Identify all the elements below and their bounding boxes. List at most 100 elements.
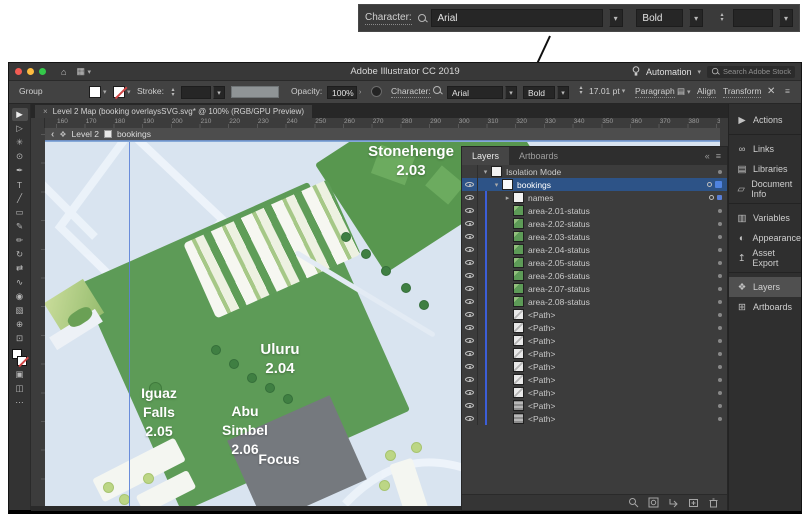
- isolation-current-label[interactable]: bookings: [117, 129, 151, 139]
- paragraph-align-icon[interactable]: ▤: [677, 86, 685, 97]
- layer-name[interactable]: <Path>: [528, 388, 555, 398]
- layer-name[interactable]: <Path>: [528, 375, 555, 385]
- layer-row[interactable]: area-2.03-status: [462, 230, 727, 243]
- paintbrush-tool[interactable]: ✎: [12, 220, 28, 233]
- layer-name[interactable]: area-2.06-status: [528, 271, 590, 281]
- panel-collapse-icon[interactable]: «: [705, 151, 710, 161]
- layer-thumbnail[interactable]: [513, 257, 524, 268]
- visibility-toggle[interactable]: [462, 191, 478, 204]
- visibility-toggle[interactable]: [462, 230, 478, 243]
- layer-thumbnail[interactable]: [513, 296, 524, 307]
- panel-menu-icon[interactable]: ≡: [785, 86, 790, 96]
- target-indicator[interactable]: [707, 182, 712, 187]
- minimize-window-button[interactable]: [27, 68, 34, 75]
- font-family-field[interactable]: Arial: [431, 9, 602, 27]
- magic-wand-tool[interactable]: ✳: [12, 136, 28, 149]
- layer-thumbnail[interactable]: [513, 413, 524, 424]
- layer-name[interactable]: area-2.03-status: [528, 232, 590, 242]
- font-family-field[interactable]: Arial: [447, 86, 503, 99]
- layer-row[interactable]: area-2.04-status: [462, 243, 727, 256]
- chevron-down-icon[interactable]: ▾: [609, 9, 623, 27]
- selection-tool[interactable]: ▶: [12, 108, 28, 121]
- stroke-color-swatch[interactable]: [113, 86, 125, 98]
- layer-thumbnail[interactable]: [513, 218, 524, 229]
- new-sublayer-icon[interactable]: [668, 497, 679, 508]
- target-indicator[interactable]: [718, 404, 722, 408]
- layer-thumbnail[interactable]: [513, 374, 524, 385]
- target-indicator[interactable]: [718, 287, 722, 291]
- visibility-toggle[interactable]: [462, 334, 478, 347]
- target-indicator[interactable]: [718, 209, 722, 213]
- target-indicator[interactable]: [718, 248, 722, 252]
- chevron-down-icon[interactable]: ▾: [697, 68, 701, 76]
- layer-thumbnail[interactable]: [513, 348, 524, 359]
- visibility-toggle[interactable]: [462, 412, 478, 425]
- layer-row[interactable]: ▾bookings: [462, 178, 727, 191]
- home-icon[interactable]: ⌂: [61, 67, 66, 77]
- pencil-tool[interactable]: ✏: [12, 234, 28, 247]
- toolbar-ellipsis-icon[interactable]: ⋯: [12, 396, 28, 409]
- layer-thumbnail[interactable]: [513, 361, 524, 372]
- visibility-toggle[interactable]: [462, 204, 478, 217]
- layer-name[interactable]: <Path>: [528, 336, 555, 346]
- target-indicator[interactable]: [718, 326, 722, 330]
- locate-object-icon[interactable]: [628, 497, 639, 508]
- layer-name[interactable]: bookings: [517, 180, 551, 190]
- chevron-down-icon[interactable]: ▾: [505, 86, 517, 99]
- layer-row[interactable]: <Path>: [462, 412, 727, 425]
- visibility-toggle[interactable]: [462, 165, 478, 178]
- layer-thumbnail[interactable]: [513, 335, 524, 346]
- pen-tool[interactable]: ✒: [12, 164, 28, 177]
- layer-name[interactable]: <Path>: [528, 349, 555, 359]
- layer-thumbnail[interactable]: [502, 179, 513, 190]
- align-panel-label[interactable]: Align: [697, 86, 716, 98]
- layer-row[interactable]: area-2.07-status: [462, 282, 727, 295]
- sidebar-item-actions[interactable]: ▶Actions: [729, 110, 801, 130]
- line-segment-tool[interactable]: ╱: [12, 192, 28, 205]
- lasso-tool[interactable]: ⊙: [12, 150, 28, 163]
- panel-menu-icon[interactable]: ≡: [716, 151, 721, 161]
- sidebar-item-variables[interactable]: ▥Variables: [729, 208, 801, 228]
- target-indicator[interactable]: [718, 300, 722, 304]
- layer-row[interactable]: area-2.06-status: [462, 269, 727, 282]
- sidebar-item-libraries[interactable]: ▤Libraries: [729, 159, 801, 179]
- lightbulb-icon[interactable]: [632, 66, 640, 77]
- fill-stroke-indicator[interactable]: [12, 349, 28, 367]
- mesh-tool[interactable]: ▧: [12, 304, 28, 317]
- layer-name[interactable]: area-2.08-status: [528, 297, 590, 307]
- layer-row[interactable]: area-2.05-status: [462, 256, 727, 269]
- target-indicator[interactable]: [718, 235, 722, 239]
- type-tool[interactable]: T: [12, 178, 28, 191]
- font-size-stepper[interactable]: ▴▾: [717, 13, 727, 23]
- visibility-toggle[interactable]: [462, 321, 478, 334]
- target-indicator[interactable]: [718, 339, 722, 343]
- clipping-mask-icon[interactable]: [648, 497, 659, 508]
- font-search-icon[interactable]: [433, 86, 442, 95]
- layer-row[interactable]: ▸names: [462, 191, 727, 204]
- shape-builder-tool[interactable]: ◉: [12, 290, 28, 303]
- target-indicator[interactable]: [718, 274, 722, 278]
- layer-thumbnail[interactable]: [513, 283, 524, 294]
- sidebar-item-artboards[interactable]: ⊞Artboards: [729, 297, 801, 317]
- fill-color-swatch[interactable]: [89, 86, 101, 98]
- layer-row[interactable]: <Path>: [462, 386, 727, 399]
- chevron-down-icon[interactable]: ▾: [213, 86, 225, 99]
- close-window-button[interactable]: [15, 68, 22, 75]
- layer-thumbnail[interactable]: [513, 205, 524, 216]
- delete-layer-icon[interactable]: [708, 497, 719, 508]
- layer-name[interactable]: <Path>: [528, 401, 555, 411]
- width-tool[interactable]: ∿: [12, 276, 28, 289]
- layer-row[interactable]: <Path>: [462, 347, 727, 360]
- layer-name[interactable]: area-2.04-status: [528, 245, 590, 255]
- layer-name[interactable]: area-2.01-status: [528, 206, 590, 216]
- font-size-stepper[interactable]: ▴▾: [575, 86, 587, 96]
- scale-tool[interactable]: ⇄: [12, 262, 28, 275]
- layer-name[interactable]: <Path>: [528, 310, 555, 320]
- layer-name[interactable]: Isolation Mode: [506, 167, 561, 177]
- visibility-toggle[interactable]: [462, 243, 478, 256]
- layer-thumbnail[interactable]: [513, 192, 524, 203]
- layer-thumbnail[interactable]: [513, 400, 524, 411]
- visibility-toggle[interactable]: [462, 386, 478, 399]
- label-uluru[interactable]: Uluru 2.04: [230, 340, 330, 378]
- arrange-documents-icon[interactable]: ▦ ▾: [76, 66, 91, 77]
